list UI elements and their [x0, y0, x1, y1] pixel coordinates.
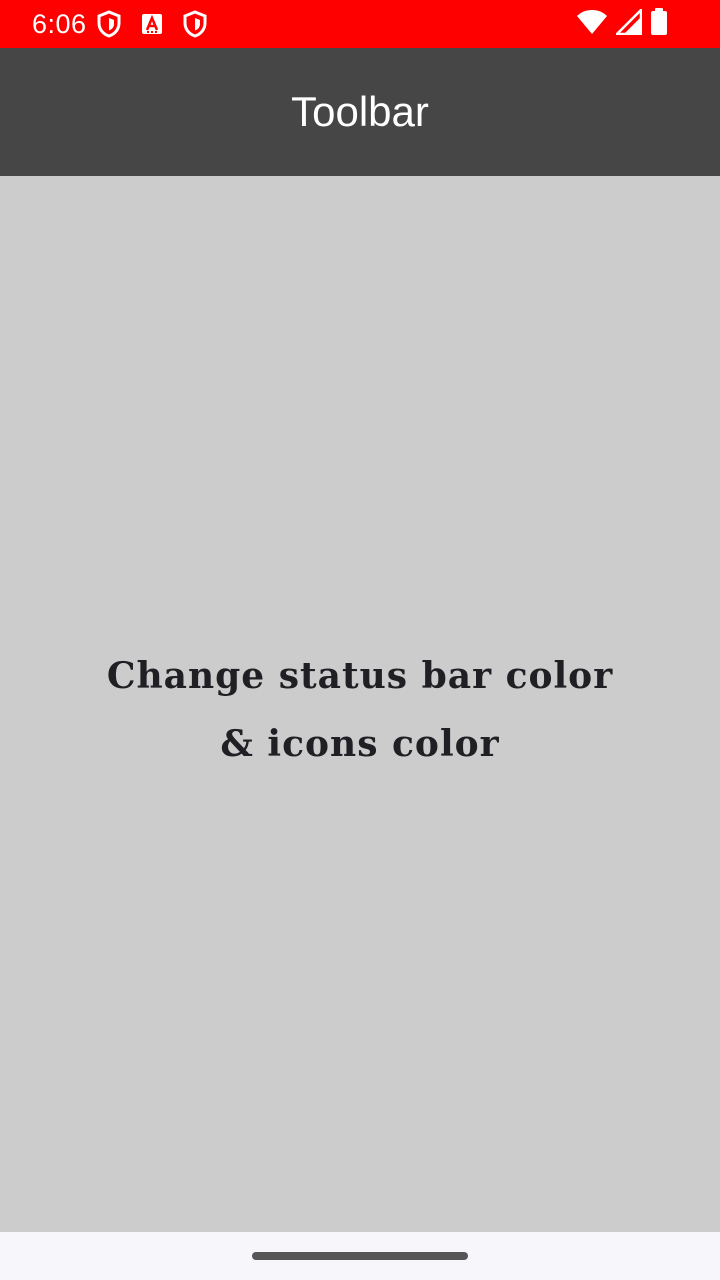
status-bar: 6:06	[0, 0, 720, 48]
cell-signal-icon	[613, 6, 643, 40]
toolbar-title: Toolbar	[291, 88, 429, 135]
font-app-icon	[141, 13, 163, 35]
shield-icon	[183, 10, 207, 38]
navigation-bar	[0, 1232, 720, 1280]
status-left-group: 6:06	[32, 9, 227, 40]
battery-icon	[650, 7, 668, 41]
status-right-group	[576, 6, 668, 41]
app-screen: 6:06 Toolbar Change status bar color & i…	[0, 0, 720, 1280]
shield-icon	[97, 10, 121, 38]
message-line-1: Change status bar color	[106, 655, 614, 697]
main-content: Change status bar color & icons color	[0, 176, 720, 1232]
gesture-handle[interactable]	[252, 1252, 468, 1260]
status-time: 6:06	[32, 8, 87, 39]
toolbar: Toolbar	[0, 48, 720, 176]
center-message: Change status bar color & icons color	[107, 642, 613, 778]
message-line-2: & icons color	[220, 723, 500, 765]
wifi-icon	[576, 9, 608, 40]
